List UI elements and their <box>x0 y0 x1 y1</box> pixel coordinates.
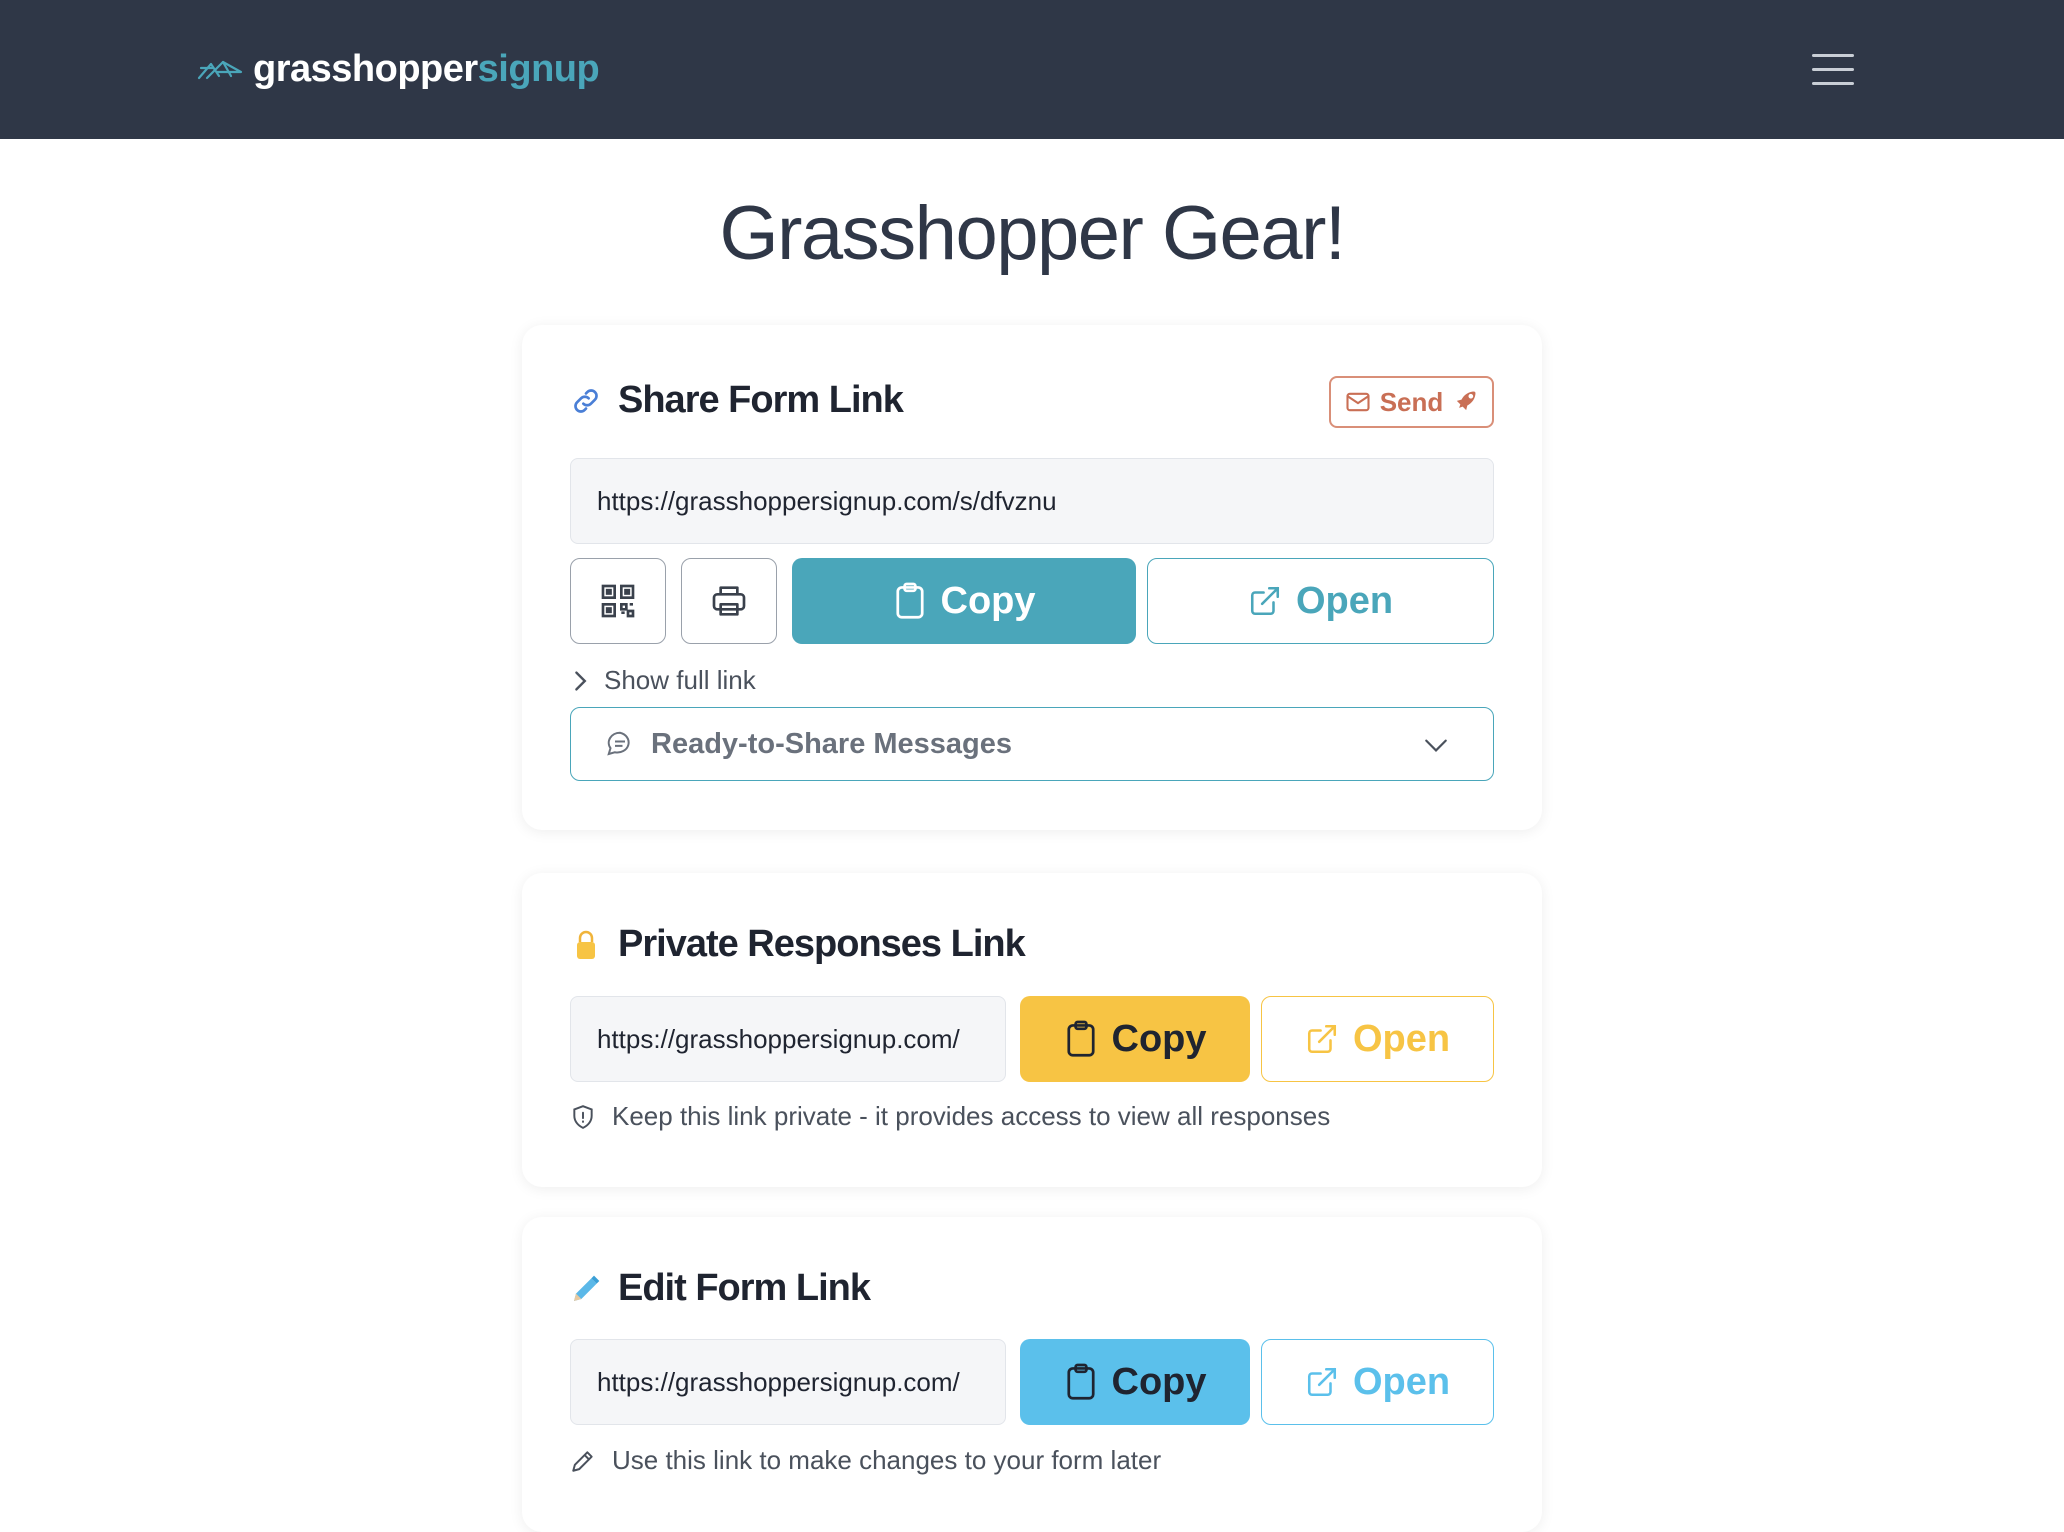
link-icon <box>574 388 598 413</box>
navbar: grasshoppersignup <box>0 0 2064 139</box>
logo-text: grasshoppersignup <box>253 47 600 91</box>
private-responses-link-card: Private Responses Link https://grasshopp… <box>522 873 1542 1187</box>
send-button[interactable]: Send <box>1329 376 1494 428</box>
clipboard-icon <box>895 582 924 619</box>
share-open-button[interactable]: Open <box>1147 558 1494 644</box>
grasshopper-icon <box>197 60 243 80</box>
share-url-field[interactable]: https://grasshoppersignup.com/s/dfvznu <box>570 458 1494 544</box>
edit-url-field[interactable]: https://grasshoppersignup.com/ <box>570 1339 1006 1425</box>
chevron-right-icon <box>575 670 587 691</box>
qr-code-button[interactable] <box>570 558 666 644</box>
chevron-down-icon <box>1425 739 1447 752</box>
edit-open-label: Open <box>1352 1360 1451 1403</box>
messages-label: Ready-to-Share Messages <box>651 727 1013 760</box>
share-open-label: Open <box>1295 579 1394 622</box>
edit-form-link-card: Edit Form Link https://grasshoppersignup… <box>522 1217 1542 1532</box>
chat-bubble-icon <box>607 731 630 756</box>
logo-text-part-1: grasshopper <box>253 47 478 90</box>
edit-note-text: Use this link to make changes to your fo… <box>612 1445 1162 1475</box>
page-title: Grasshopper Gear! <box>719 191 1346 276</box>
share-card-header: Share Form Link <box>570 379 904 422</box>
clipboard-icon <box>1066 1363 1095 1400</box>
clipboard-icon <box>1066 1020 1095 1057</box>
edit-card-title: Edit Form Link <box>618 1267 871 1309</box>
show-full-link-toggle[interactable]: Show full link <box>570 665 756 696</box>
lock-icon <box>577 930 595 959</box>
edit-copy-label: Copy <box>1111 1360 1207 1403</box>
edit-card-header: Edit Form Link <box>570 1267 871 1310</box>
hamburger-menu-icon[interactable] <box>1808 48 1856 90</box>
ready-to-share-messages-dropdown[interactable]: Ready-to-Share Messages <box>570 707 1494 781</box>
share-copy-label: Copy <box>940 579 1036 622</box>
show-full-link-label: Show full link <box>604 665 756 695</box>
private-copy-button[interactable]: Copy <box>1020 996 1250 1082</box>
logo-text-part-2: signup <box>477 47 600 90</box>
edit-open-button[interactable]: Open <box>1261 1339 1494 1425</box>
rocket-icon <box>1457 391 1476 411</box>
external-link-icon <box>1307 1024 1336 1054</box>
private-open-label: Open <box>1352 1017 1451 1060</box>
private-copy-label: Copy <box>1111 1017 1207 1060</box>
shield-icon <box>573 1104 593 1129</box>
private-card-header: Private Responses Link <box>570 923 1026 966</box>
private-note: Keep this link private - it provides acc… <box>570 1101 1330 1132</box>
private-open-button[interactable]: Open <box>1261 996 1494 1082</box>
pencil-icon <box>574 1275 600 1301</box>
external-link-icon <box>1307 1367 1336 1397</box>
private-url-field[interactable]: https://grasshoppersignup.com/ <box>570 996 1006 1082</box>
edit-note: Use this link to make changes to your fo… <box>570 1445 1161 1476</box>
share-card-title: Share Form Link <box>618 379 904 421</box>
send-button-label: Send <box>1379 386 1444 417</box>
private-note-text: Keep this link private - it provides acc… <box>612 1101 1331 1131</box>
logo[interactable]: grasshoppersignup <box>197 44 600 94</box>
share-form-link-card: Share Form Link Send https://grasshopper… <box>522 325 1542 830</box>
edit-copy-button[interactable]: Copy <box>1020 1339 1250 1425</box>
envelope-icon <box>1346 392 1370 412</box>
external-link-icon <box>1250 586 1279 616</box>
share-copy-button[interactable]: Copy <box>792 558 1136 644</box>
pencil-outline-icon <box>572 1450 593 1472</box>
qr-code-icon <box>601 584 635 618</box>
private-card-title: Private Responses Link <box>618 923 1026 965</box>
printer-icon <box>712 586 746 616</box>
print-button[interactable] <box>681 558 777 644</box>
